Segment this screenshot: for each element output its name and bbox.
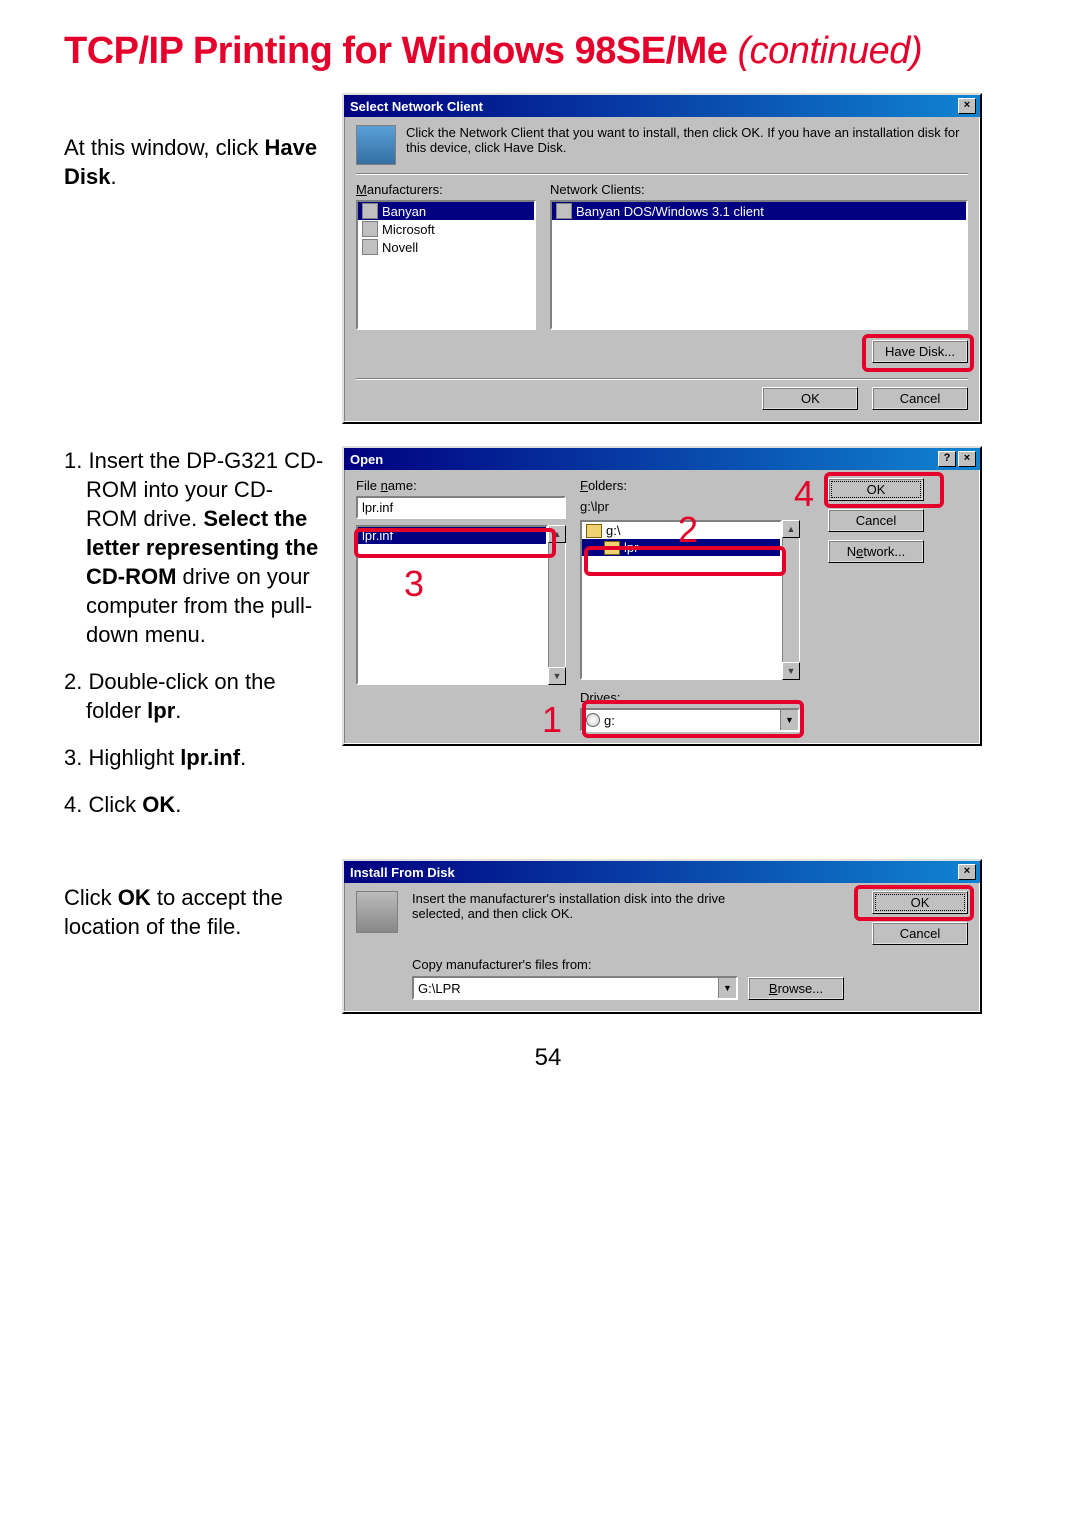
list-item[interactable]: Banyan bbox=[358, 202, 534, 220]
chevron-down-icon[interactable]: ▼ bbox=[780, 710, 798, 730]
callout-4: 4 bbox=[794, 476, 814, 512]
instruction-text: 1. Insert the DP-G321 CD-ROM into your C… bbox=[64, 446, 324, 837]
filename-input[interactable]: lpr.inf bbox=[356, 496, 566, 519]
list-item[interactable]: Novell bbox=[358, 238, 534, 256]
network-clients-label: Network Clients: bbox=[550, 182, 968, 197]
dialog-titlebar: Select Network Client × bbox=[344, 95, 980, 117]
drives-select[interactable]: g: ▼ bbox=[580, 708, 800, 732]
client-icon bbox=[356, 125, 396, 165]
vendor-icon bbox=[362, 221, 378, 237]
disk-icon bbox=[356, 891, 398, 933]
have-disk-button[interactable]: Have Disk... bbox=[872, 340, 968, 363]
install-from-disk-dialog: Install From Disk × Insert the manufactu… bbox=[342, 859, 982, 1014]
list-item[interactable]: Microsoft bbox=[358, 220, 534, 238]
callout-1: 1 bbox=[542, 702, 562, 738]
network-button[interactable]: Network... bbox=[828, 540, 924, 563]
cancel-button[interactable]: Cancel bbox=[872, 922, 968, 945]
browse-button[interactable]: Browse... bbox=[748, 977, 844, 1000]
document-page: TCP/IP Printing for Windows 98SE/Me (con… bbox=[0, 0, 1080, 1092]
list-item[interactable]: Banyan DOS/Windows 3.1 client bbox=[552, 202, 966, 220]
dialog-title: Open bbox=[350, 452, 383, 467]
vendor-icon bbox=[362, 239, 378, 255]
callout-2: 2 bbox=[678, 512, 698, 548]
help-icon[interactable]: ? bbox=[938, 451, 956, 467]
client-item-icon bbox=[556, 203, 572, 219]
chevron-down-icon[interactable]: ▼ bbox=[718, 978, 736, 998]
section-have-disk: At this window, click Have Disk. Select … bbox=[64, 93, 1032, 424]
ok-button[interactable]: OK bbox=[872, 891, 968, 914]
manufacturers-label: Manufacturers: bbox=[356, 182, 536, 197]
path-select[interactable]: G:\LPR ▼ bbox=[412, 976, 738, 1000]
open-dialog: Open ? × File name: lpr.inf lpr.in bbox=[342, 446, 982, 746]
scroll-up-icon[interactable]: ▲ bbox=[548, 525, 566, 543]
dialog-titlebar: Open ? × bbox=[344, 448, 980, 470]
file-list[interactable]: lpr.inf bbox=[356, 525, 548, 685]
ok-button[interactable]: OK bbox=[762, 387, 858, 410]
section-open: 1. Insert the DP-G321 CD-ROM into your C… bbox=[64, 446, 1032, 837]
callout-3: 3 bbox=[404, 566, 424, 602]
folders-label: Folders: bbox=[580, 478, 800, 493]
dialog-title: Install From Disk bbox=[350, 865, 455, 880]
close-icon[interactable]: × bbox=[958, 98, 976, 114]
step-3: 3. Highlight lpr.inf. bbox=[64, 743, 324, 772]
ok-button[interactable]: OK bbox=[828, 478, 924, 501]
network-clients-list[interactable]: Banyan DOS/Windows 3.1 client bbox=[550, 200, 968, 330]
dialog-body: File name: lpr.inf lpr.inf ▲ ▼ bbox=[344, 470, 980, 744]
open-folder-icon bbox=[604, 541, 620, 555]
section-install-from-disk: Click OK to accept the location of the f… bbox=[64, 859, 1032, 1014]
scroll-down-icon[interactable]: ▼ bbox=[548, 667, 566, 685]
step-1: 1. Insert the DP-G321 CD-ROM into your C… bbox=[64, 446, 324, 649]
scroll-down-icon[interactable]: ▼ bbox=[782, 662, 800, 680]
title-main: TCP/IP Printing for Windows 98SE/Me bbox=[64, 30, 737, 72]
list-item[interactable]: lpr.inf bbox=[358, 527, 546, 544]
close-icon[interactable]: × bbox=[958, 864, 976, 880]
cancel-button[interactable]: Cancel bbox=[828, 509, 924, 532]
instruction-text: At this window, click Have Disk. bbox=[64, 93, 324, 209]
vendor-icon bbox=[362, 203, 378, 219]
step-4: 4. Click OK. bbox=[64, 790, 324, 819]
manufacturers-list[interactable]: Banyan Microsoft Novell bbox=[356, 200, 536, 330]
cancel-button[interactable]: Cancel bbox=[872, 387, 968, 410]
select-network-client-dialog: Select Network Client × Click the Networ… bbox=[342, 93, 982, 424]
drives-label: Drives: bbox=[580, 690, 800, 705]
dialog-description: Insert the manufacturer's installation d… bbox=[412, 891, 772, 921]
dialog-title: Select Network Client bbox=[350, 99, 483, 114]
close-icon[interactable]: × bbox=[958, 451, 976, 467]
cd-icon bbox=[586, 713, 600, 727]
title-sub: (continued) bbox=[737, 30, 922, 72]
filename-label: File name: bbox=[356, 478, 566, 493]
step-2: 2. Double-click on the folder lpr. bbox=[64, 667, 324, 725]
page-number: 54 bbox=[64, 1044, 1032, 1072]
dialog-titlebar: Install From Disk × bbox=[344, 861, 980, 883]
dialog-body: Insert the manufacturer's installation d… bbox=[344, 883, 980, 1012]
dialog-body: Click the Network Client that you want t… bbox=[344, 117, 980, 422]
page-title: TCP/IP Printing for Windows 98SE/Me (con… bbox=[64, 30, 1032, 73]
copy-from-label: Copy manufacturer's files from: bbox=[412, 957, 844, 972]
dialog-description: Click the Network Client that you want t… bbox=[406, 125, 968, 155]
drive-folder-icon bbox=[586, 524, 602, 538]
instruction-text: Click OK to accept the location of the f… bbox=[64, 859, 324, 959]
scroll-up-icon[interactable]: ▲ bbox=[782, 520, 800, 538]
